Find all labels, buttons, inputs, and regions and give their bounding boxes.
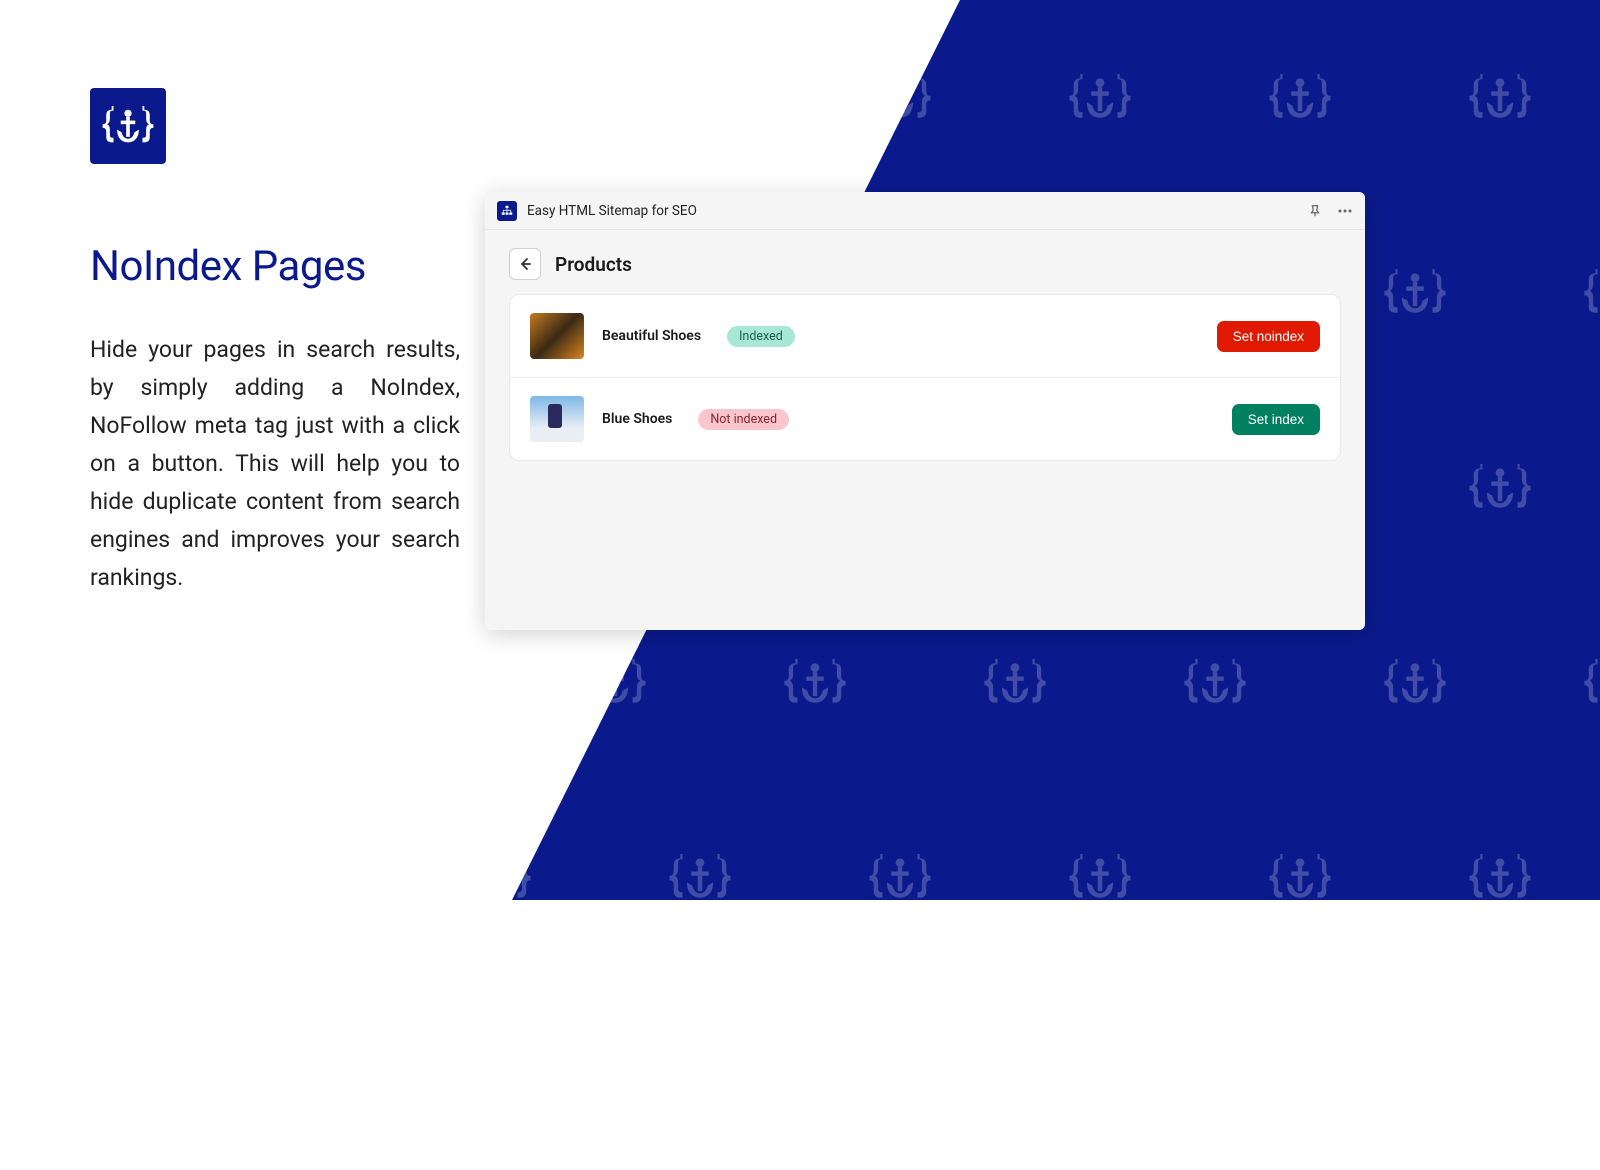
products-list: Beautiful Shoes Indexed Set noindex Blue… <box>509 294 1341 461</box>
product-name: Beautiful Shoes <box>602 328 701 344</box>
marketing-description: Hide your pages in search results, by si… <box>90 331 460 597</box>
set-noindex-button[interactable]: Set noindex <box>1217 321 1320 352</box>
app-header: Easy HTML Sitemap for SEO <box>485 192 1365 230</box>
page-header: Products <box>485 230 1365 294</box>
marketing-content: NoIndex Pages Hide your pages in search … <box>90 88 460 597</box>
anchor-braces-icon <box>99 97 157 155</box>
back-button[interactable] <box>509 248 541 280</box>
brand-logo <box>90 88 166 164</box>
product-name: Blue Shoes <box>602 411 672 427</box>
status-badge: Not indexed <box>698 409 789 430</box>
product-row: Beautiful Shoes Indexed Set noindex <box>510 295 1340 377</box>
product-thumbnail <box>530 396 584 442</box>
marketing-title: NoIndex Pages <box>90 242 460 291</box>
set-index-button[interactable]: Set index <box>1232 404 1320 435</box>
page-title: Products <box>555 253 632 276</box>
app-window: Easy HTML Sitemap for SEO Products Beaut… <box>485 192 1365 630</box>
app-title: Easy HTML Sitemap for SEO <box>527 203 1307 219</box>
arrow-left-icon <box>517 256 533 272</box>
app-icon <box>497 201 517 221</box>
product-row: Blue Shoes Not indexed Set index <box>510 377 1340 460</box>
pin-icon[interactable] <box>1307 203 1323 219</box>
product-thumbnail <box>530 313 584 359</box>
more-icon[interactable] <box>1337 203 1353 219</box>
status-badge: Indexed <box>727 326 795 347</box>
